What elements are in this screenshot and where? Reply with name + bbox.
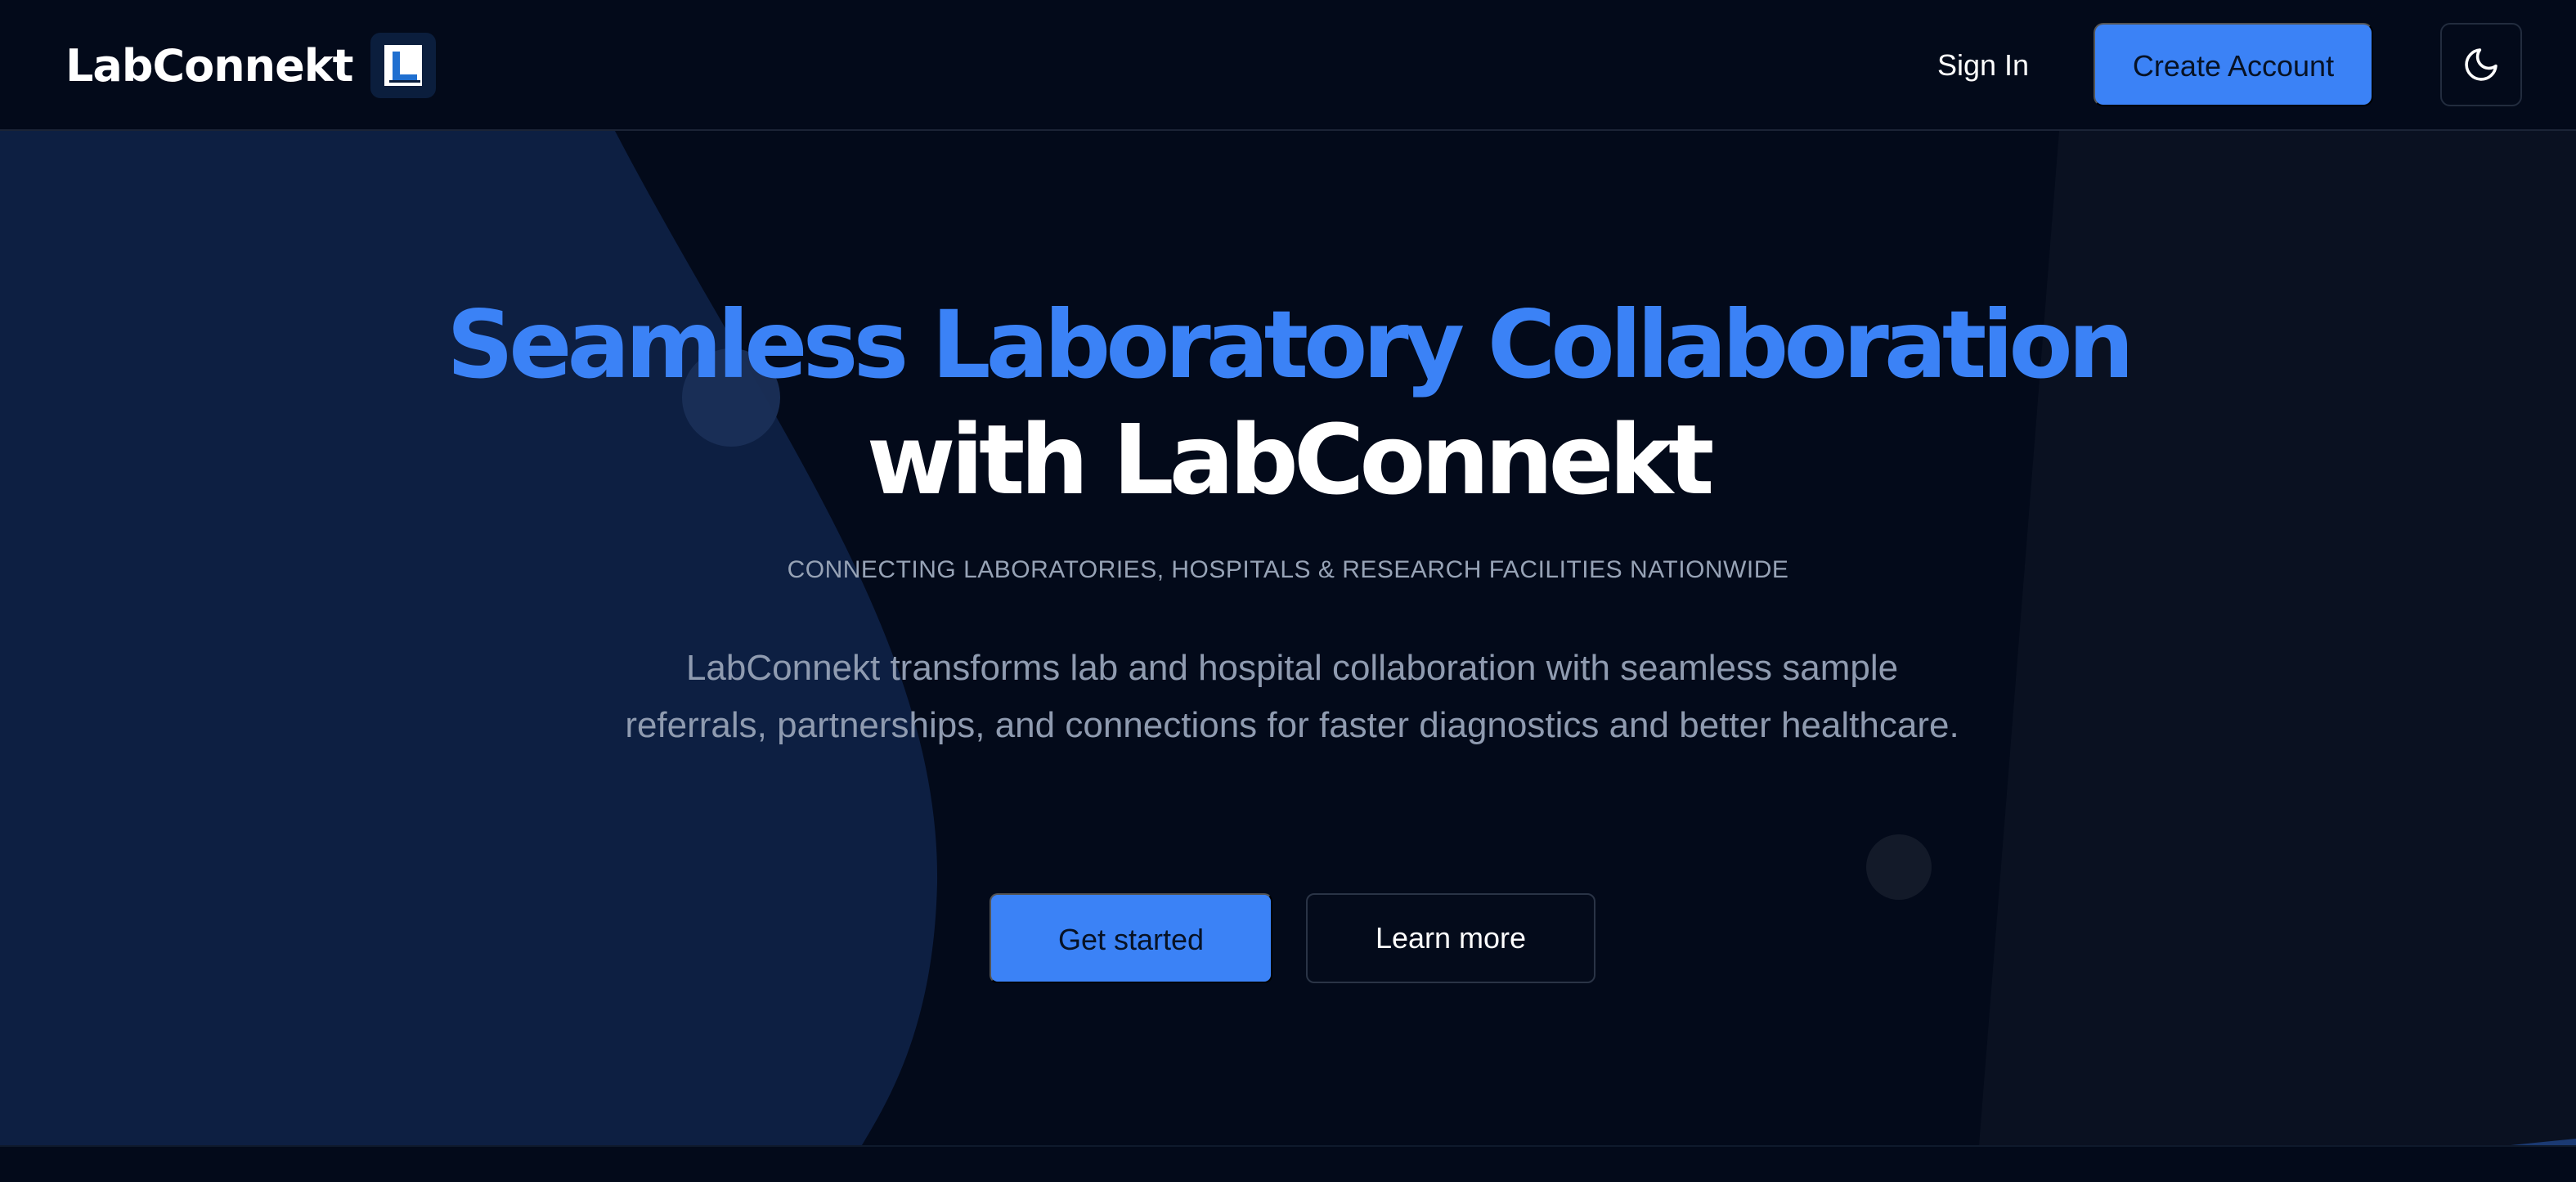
moon-icon	[2465, 48, 2497, 81]
hero-background-shapes	[0, 131, 2576, 1145]
headline-line-2: with LabConnekt	[866, 403, 1715, 516]
hero-section	[0, 131, 2576, 1145]
top-navbar: LabConnekt Sign In Create Account	[0, 0, 2576, 131]
get-started-button[interactable]: Get started	[990, 893, 1272, 983]
brand-name: LabConnekt	[65, 39, 353, 92]
labconnekt-logo-icon	[370, 33, 437, 98]
hero-tagline: CONNECTING LABORATORIES, HOSPITALS & RES…	[787, 556, 1789, 583]
bottom-divider	[0, 1145, 2576, 1182]
headline-line-1: Seamless Laboratory Collaboration	[447, 290, 2134, 399]
brand[interactable]: LabConnekt	[65, 31, 437, 100]
create-account-button[interactable]: Create Account	[2094, 23, 2373, 106]
theme-toggle-button[interactable]	[2440, 23, 2522, 106]
hero-headline: Seamless Laboratory Collaboration with L…	[0, 288, 2576, 517]
sign-in-link[interactable]: Sign In	[1914, 43, 2053, 88]
hero-description: LabConnekt transforms lab and hospital c…	[625, 648, 1959, 745]
learn-more-button[interactable]: Learn more	[1306, 893, 1595, 983]
